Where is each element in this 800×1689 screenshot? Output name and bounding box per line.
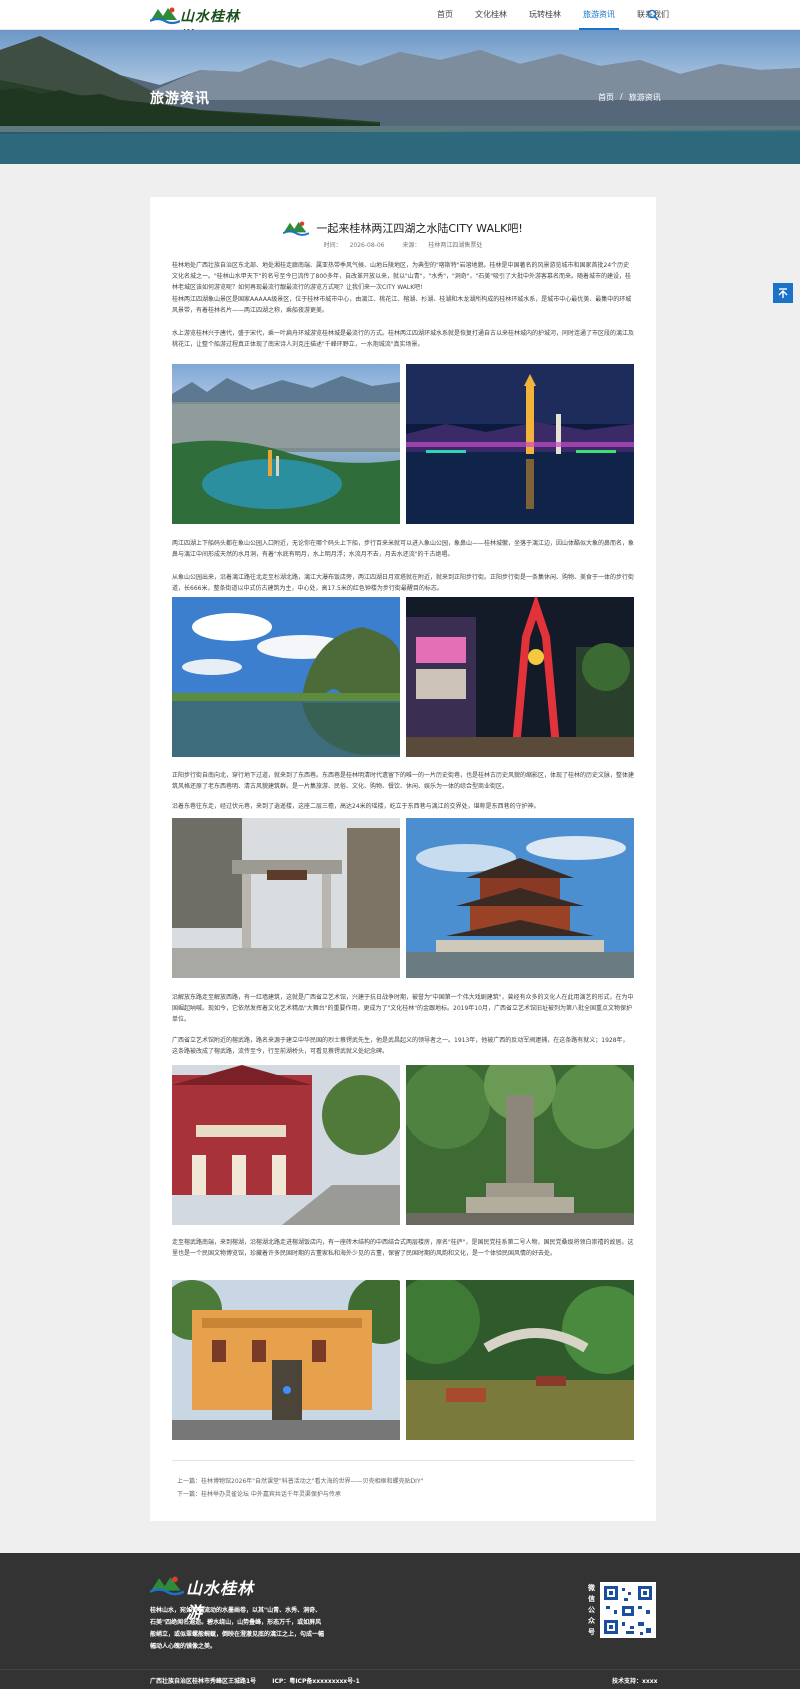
- photo-guilu-residence: [172, 1280, 400, 1440]
- footer-bottom-bar: 广西壮族自治区桂林市秀峰区王城路1号 ICP：粤ICP备xxxxxxxxx号-1…: [0, 1669, 800, 1689]
- source-label: 来源：: [402, 242, 421, 249]
- nav-play[interactable]: 玩转桂林: [529, 0, 561, 30]
- top-navbar: 山水桂林游 首页 文化桂林 玩转桂林 旅游资讯 联系我们: [0, 0, 800, 45]
- article-heading: 一起来桂林两江四湖之水陆CITY WALK吧!: [150, 217, 656, 239]
- article-paragraph: 两江四湖上下船码头都在象山公园入口附近，无论你在哪个码头上下船，步行百来米就可以…: [172, 540, 635, 558]
- article-paragraph: 桂林地处广西壮族自治区东北部、地处湘桂走廊南端、属亚热带季风气候、山地丘陵地区，…: [172, 262, 632, 291]
- footer-description: 桂林山水，宛如一幅流动的水墨画卷，以其"山青、水秀、洞奇、石美"四绝闻名遐迩。碧…: [150, 1607, 325, 1650]
- breadcrumb-current: 旅游资讯: [628, 93, 661, 102]
- wechat-label: 微信公众号: [588, 1584, 595, 1636]
- site-footer: 山水桂林游 桂林山水，宛如一幅流动的水墨画卷，以其"山青、水秀、洞奇、石美"四绝…: [0, 1553, 800, 1689]
- article-paragraph: 广西省立艺术馆附近的榕武路，路名来源于建立中华民国的烈士蔡锷武先生，他是武昌起义…: [172, 1037, 629, 1055]
- photo-memorial-monument: [406, 1065, 634, 1225]
- prev-article-link[interactable]: 桂林博物馆2026年"自然课堂"科普活动之"看大海的世界——贝壳相框和螺壳贴DI…: [201, 1478, 423, 1485]
- mountain-lake-photo: [0, 36, 800, 164]
- next-label: 下一篇：: [177, 1491, 202, 1498]
- search-icon[interactable]: [647, 9, 659, 21]
- photo-art-hall-red-building: [172, 1065, 400, 1225]
- photo-river-stone-bridge: [406, 1280, 634, 1440]
- prev-article[interactable]: 上一篇：桂林博物馆2026年"自然课堂"科普活动之"看大海的世界——贝壳相框和螺…: [177, 1476, 423, 1485]
- publish-date: 2026-08-06: [349, 242, 385, 249]
- article-paragraph: 沿解放东路走至解放西路，有一红墙建筑，这就是广西省立艺术馆，兴建于抗日战争时期，…: [172, 994, 634, 1023]
- article-source: 桂林两江四湖售票处: [428, 242, 483, 249]
- article-meta: 时间： 2026-08-06 来源： 桂林两江四湖售票处: [150, 240, 656, 249]
- logo-mountain-icon: [150, 1576, 184, 1596]
- page-banner: 旅游资讯 首页 / 旅游资讯: [0, 30, 800, 164]
- time-label: 时间：: [323, 242, 342, 249]
- next-article-link[interactable]: 桂林举办灵雀论坛 中外嘉宾共话千年灵渠保护与传承: [201, 1491, 341, 1498]
- footer-icp[interactable]: ICP：粤ICP备xxxxxxxxx号-1: [272, 1678, 360, 1685]
- photo-sun-moon-pagodas-night: [406, 364, 634, 524]
- footer-address-line: 广西壮族自治区桂林市秀峰区王城路1号 ICP：粤ICP备xxxxxxxxx号-1: [150, 1676, 360, 1685]
- photo-elephant-trunk-hill: [172, 597, 400, 757]
- article-title: 一起来桂林两江四湖之水陆CITY WALK吧!: [316, 221, 523, 235]
- footer-address: 广西壮族自治区桂林市秀峰区王城路1号: [150, 1678, 257, 1685]
- article-paragraph: 沿着东巷往东走，经过伏元巷，来到了逍遥楼，这座二层三檐，高达24米的瑶楼，屹立于…: [172, 803, 540, 810]
- banner-title: 旅游资讯: [150, 91, 210, 107]
- site-logo[interactable]: 山水桂林游: [150, 3, 248, 45]
- prev-label: 上一篇：: [177, 1478, 202, 1485]
- article-paragraph: 走至榕武路南端，来到榕湖，沿榕湖北路走进榕湖饭店内，有一座砖木结构的中西结合式两…: [172, 1239, 634, 1257]
- photo-city-aerial-lake: [172, 364, 400, 524]
- breadcrumb-home[interactable]: 首页: [598, 92, 614, 103]
- breadcrumb-separator: /: [620, 92, 623, 101]
- logo-mountain-icon: [150, 7, 180, 25]
- article-paragraph: 从象山公园出来，沿着漓江路往北走至杉湖北路，漓江大瀑布饭店旁，两江四湖日月双塔就…: [172, 574, 635, 592]
- nav-home[interactable]: 首页: [437, 0, 453, 30]
- logo-mountain-icon: [283, 221, 310, 236]
- nav-travel-news[interactable]: 旅游资讯: [579, 0, 619, 30]
- article-divider: [172, 1460, 634, 1461]
- breadcrumb: 首页 / 旅游资讯: [598, 92, 661, 103]
- article-paragraph: 正阳步行街自南向北，穿行地下过道，就来到了东西巷。东西巷是桂林明清时代遗留下的唯…: [172, 772, 635, 790]
- wechat-qr-code: [600, 1582, 656, 1638]
- next-article[interactable]: 下一篇：桂林举办灵雀论坛 中外嘉宾共话千年灵渠保护与传承: [177, 1489, 341, 1498]
- article-paragraph: 桂林两江四湖象山景区是国家AAAAA级景区，位于桂林市城市中心，由漓江、桃花江、…: [172, 296, 632, 314]
- photo-dongxi-lane-archway: [172, 818, 400, 978]
- footer-tech-support: 技术支持：xxxx: [612, 1678, 658, 1685]
- photo-zhengyang-street-night: [406, 597, 634, 757]
- article-card: 一起来桂林两江四湖之水陆CITY WALK吧! 时间： 2026-08-06 来源…: [150, 197, 656, 1521]
- footer-logo[interactable]: 山水桂林游: [150, 1571, 270, 1622]
- article-paragraph: 水上游览桂林兴于唐代，盛于宋代，乘一叶扁舟环城游览桂林城是最流行的方式。桂林两江…: [172, 330, 635, 348]
- nav-culture[interactable]: 文化桂林: [475, 0, 507, 30]
- back-to-top-icon[interactable]: [773, 283, 793, 303]
- photo-xiaoyao-tower: [406, 818, 634, 978]
